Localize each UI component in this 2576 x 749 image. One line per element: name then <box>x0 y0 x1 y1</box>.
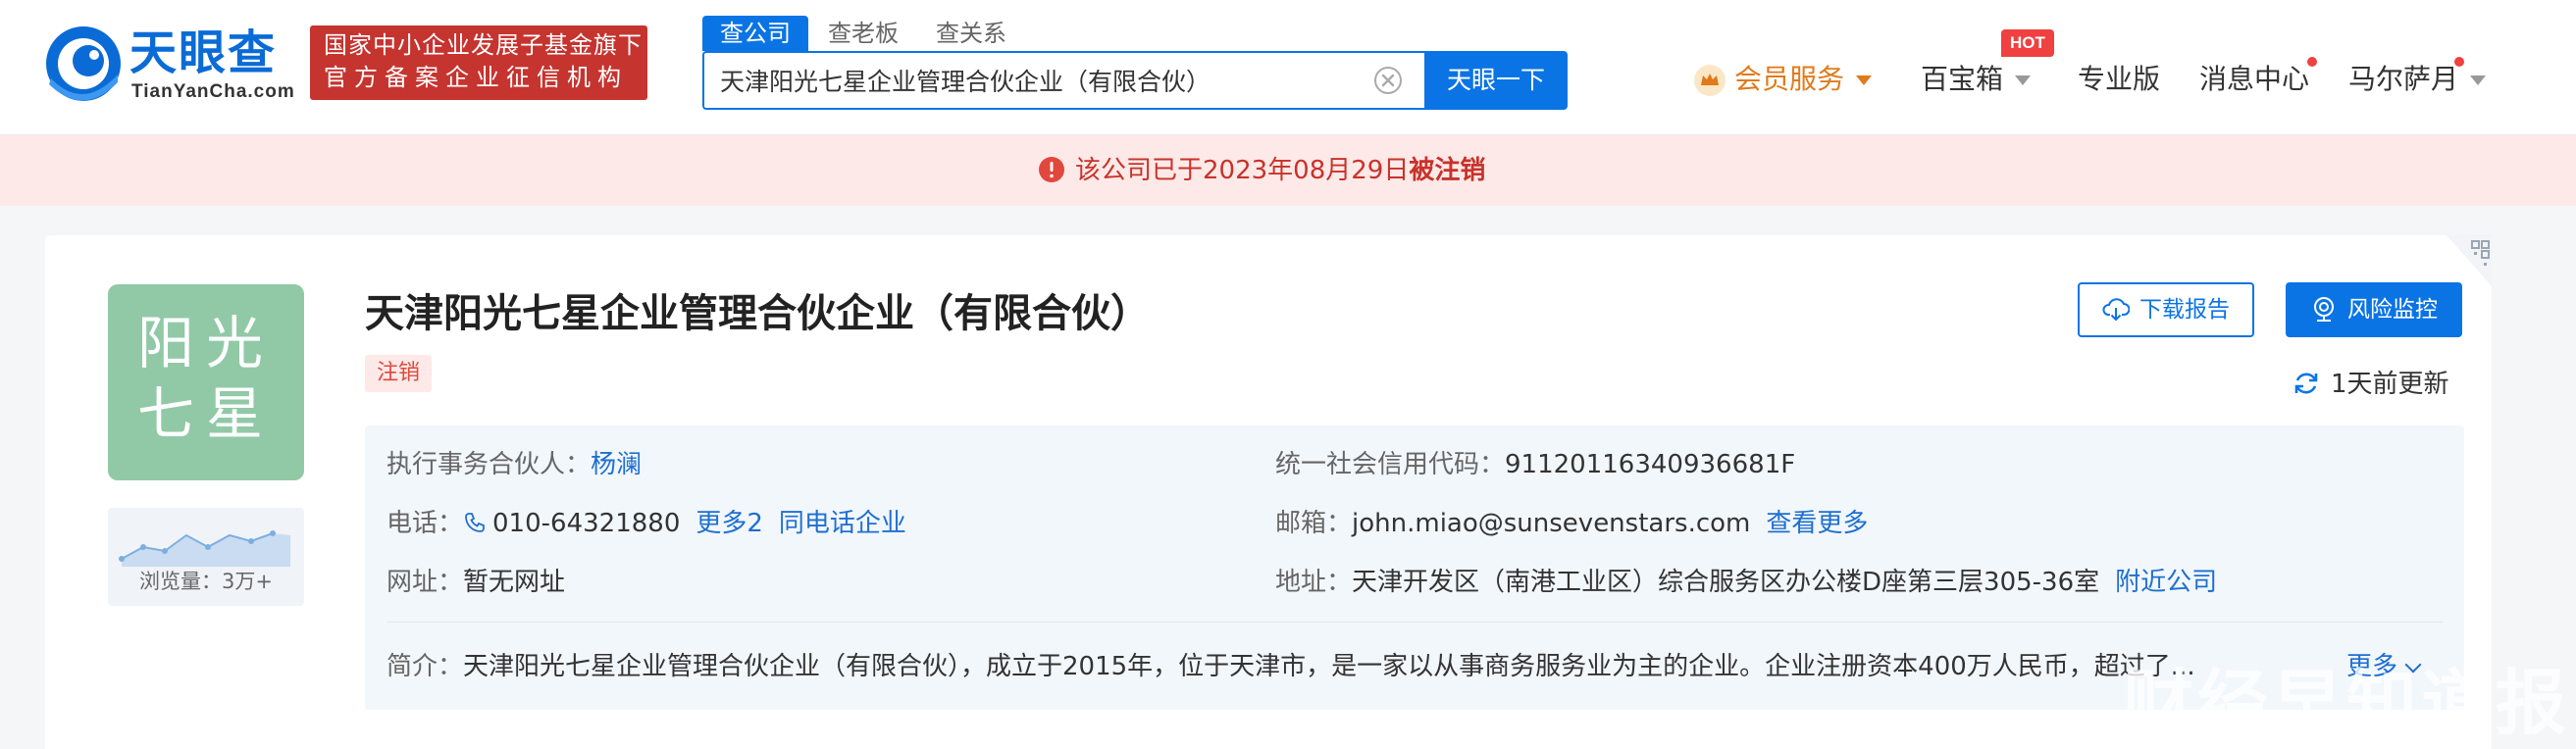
credit-code-value: 91120116340936681F <box>1505 450 1796 479</box>
tab-boss[interactable]: 查老板 <box>810 16 916 51</box>
chevron-down-icon <box>2470 75 2487 85</box>
download-label: 下载报告 <box>2139 297 2230 323</box>
update-label: 1天前更新 <box>2331 370 2449 399</box>
logo-text-en: TianYanCha.com <box>131 81 295 102</box>
nearby-companies-link[interactable]: 附近公司 <box>2115 568 2217 597</box>
notice-prefix: 该公司已于2023年08月29日 <box>1075 156 1410 185</box>
message-dot-badge <box>2307 57 2317 67</box>
badge-line-1: 国家中小企业发展子基金旗下 <box>324 31 643 59</box>
cloud-download-icon <box>2102 298 2130 322</box>
logo-line-1: 阳光 <box>136 310 275 376</box>
monitor-label: 风险监控 <box>2347 297 2438 323</box>
notice-text: 该公司已于2023年08月29日被注销 <box>1038 153 1485 188</box>
tab-relation[interactable]: 查关系 <box>918 16 1024 51</box>
logo-line-2: 七星 <box>136 380 275 447</box>
phone-more-link[interactable]: 更多2 <box>696 509 763 538</box>
status-badge: 注销 <box>365 355 433 392</box>
nav-vip-label: 会员服务 <box>1734 63 1845 95</box>
watermark: 财经早知道报 <box>2122 662 2570 744</box>
credit-code-row: 统一社会信用代码：91120116340936681F <box>1275 445 1795 484</box>
website-label: 网址： <box>386 568 464 597</box>
views-count: 浏览量：3万+ <box>139 570 273 593</box>
partner-link[interactable]: 杨澜 <box>591 450 642 479</box>
intro-value: 天津阳光七星企业管理合伙企业（有限合伙），成立于2015年，位于天津市，是一家以… <box>463 652 2195 681</box>
notice-status: 被注销 <box>1409 156 1486 185</box>
download-report-button[interactable]: 下载报告 <box>2078 282 2254 337</box>
search-box: 天眼一下 <box>702 51 1568 110</box>
user-dot-badge <box>2454 57 2464 67</box>
phone-row: 电话： 010-64321880 更多2 同电话企业 <box>386 504 906 543</box>
deregistered-notice: 该公司已于2023年08月29日被注销 <box>0 135 2576 206</box>
site-logo[interactable]: 天眼查 TianYanCha.com <box>43 22 294 106</box>
company-logo: 阳光 七星 <box>108 284 304 480</box>
tab-company[interactable]: 查公司 <box>702 16 808 51</box>
same-phone-link[interactable]: 同电话企业 <box>779 509 906 538</box>
nav-box-label: 百宝箱 <box>1921 63 2004 95</box>
nav-user[interactable]: 马尔萨月 <box>2348 57 2487 102</box>
partner-label: 执行事务合伙人： <box>386 450 592 479</box>
email-value: john.miao@sunsevenstars.com <box>1352 509 1751 538</box>
views-box: 浏览量：3万+ <box>108 508 304 606</box>
search-button[interactable]: 天眼一下 <box>1424 51 1568 110</box>
camera-monitor-icon <box>2314 297 2334 322</box>
nav-messages[interactable]: 消息中心 <box>2199 57 2309 102</box>
user-name: 马尔萨月 <box>2348 63 2459 95</box>
top-header: 天眼查 TianYanCha.com 国家中小企业发展子基金旗下 官方备案企业征… <box>0 0 2576 135</box>
nav-treasure-box[interactable]: 百宝箱 <box>1921 57 2032 102</box>
website-row: 网址：暂无网址 <box>386 563 565 602</box>
official-badge: 国家中小企业发展子基金旗下 官方备案企业征信机构 <box>310 25 647 100</box>
address-row: 地址：天津开发区（南港工业区）综合服务区办公楼D座第三层305-36室 附近公司 <box>1275 563 2217 602</box>
phone-value: 010-64321880 <box>492 509 681 538</box>
nav-pro[interactable]: 专业版 <box>2078 57 2160 102</box>
intro-label: 简介： <box>386 652 464 681</box>
clear-icon[interactable] <box>1373 66 1403 95</box>
risk-monitor-button[interactable]: 风险监控 <box>2286 282 2462 337</box>
credit-code-label: 统一社会信用代码： <box>1275 450 1506 479</box>
info-divider <box>386 622 2443 623</box>
tianyancha-logo-icon <box>46 26 121 101</box>
logo-text-cn: 天眼查 <box>129 25 278 80</box>
phone-icon <box>465 513 485 532</box>
update-status[interactable]: 1天前更新 <box>2292 365 2449 404</box>
refresh-icon <box>2294 373 2318 394</box>
website-value: 暂无网址 <box>463 568 566 597</box>
search-input[interactable] <box>720 53 1367 108</box>
views-trend-chart <box>119 530 290 567</box>
qr-code-icon[interactable] <box>2447 235 2492 286</box>
partner-row: 执行事务合伙人：杨澜 <box>386 445 642 484</box>
nav-vip-service[interactable]: 会员服务 <box>1693 57 1873 102</box>
phone-label: 电话： <box>386 509 464 538</box>
crown-icon <box>1694 65 1726 96</box>
email-more-link[interactable]: 查看更多 <box>1766 509 1868 538</box>
company-name: 天津阳光七星企业管理合伙企业（有限合伙） <box>365 291 1150 336</box>
chevron-down-icon <box>1856 75 1873 85</box>
email-row: 邮箱：john.miao@sunsevenstars.com 查看更多 <box>1275 504 1868 543</box>
email-label: 邮箱： <box>1275 509 1353 538</box>
address-label: 地址： <box>1275 568 1353 597</box>
address-value: 天津开发区（南港工业区）综合服务区办公楼D座第三层305-36室 <box>1352 568 2100 597</box>
alert-icon <box>1039 157 1064 182</box>
chevron-down-icon <box>2015 75 2032 85</box>
hot-badge: HOT <box>2001 29 2054 57</box>
badge-line-2: 官方备案企业征信机构 <box>324 64 628 91</box>
